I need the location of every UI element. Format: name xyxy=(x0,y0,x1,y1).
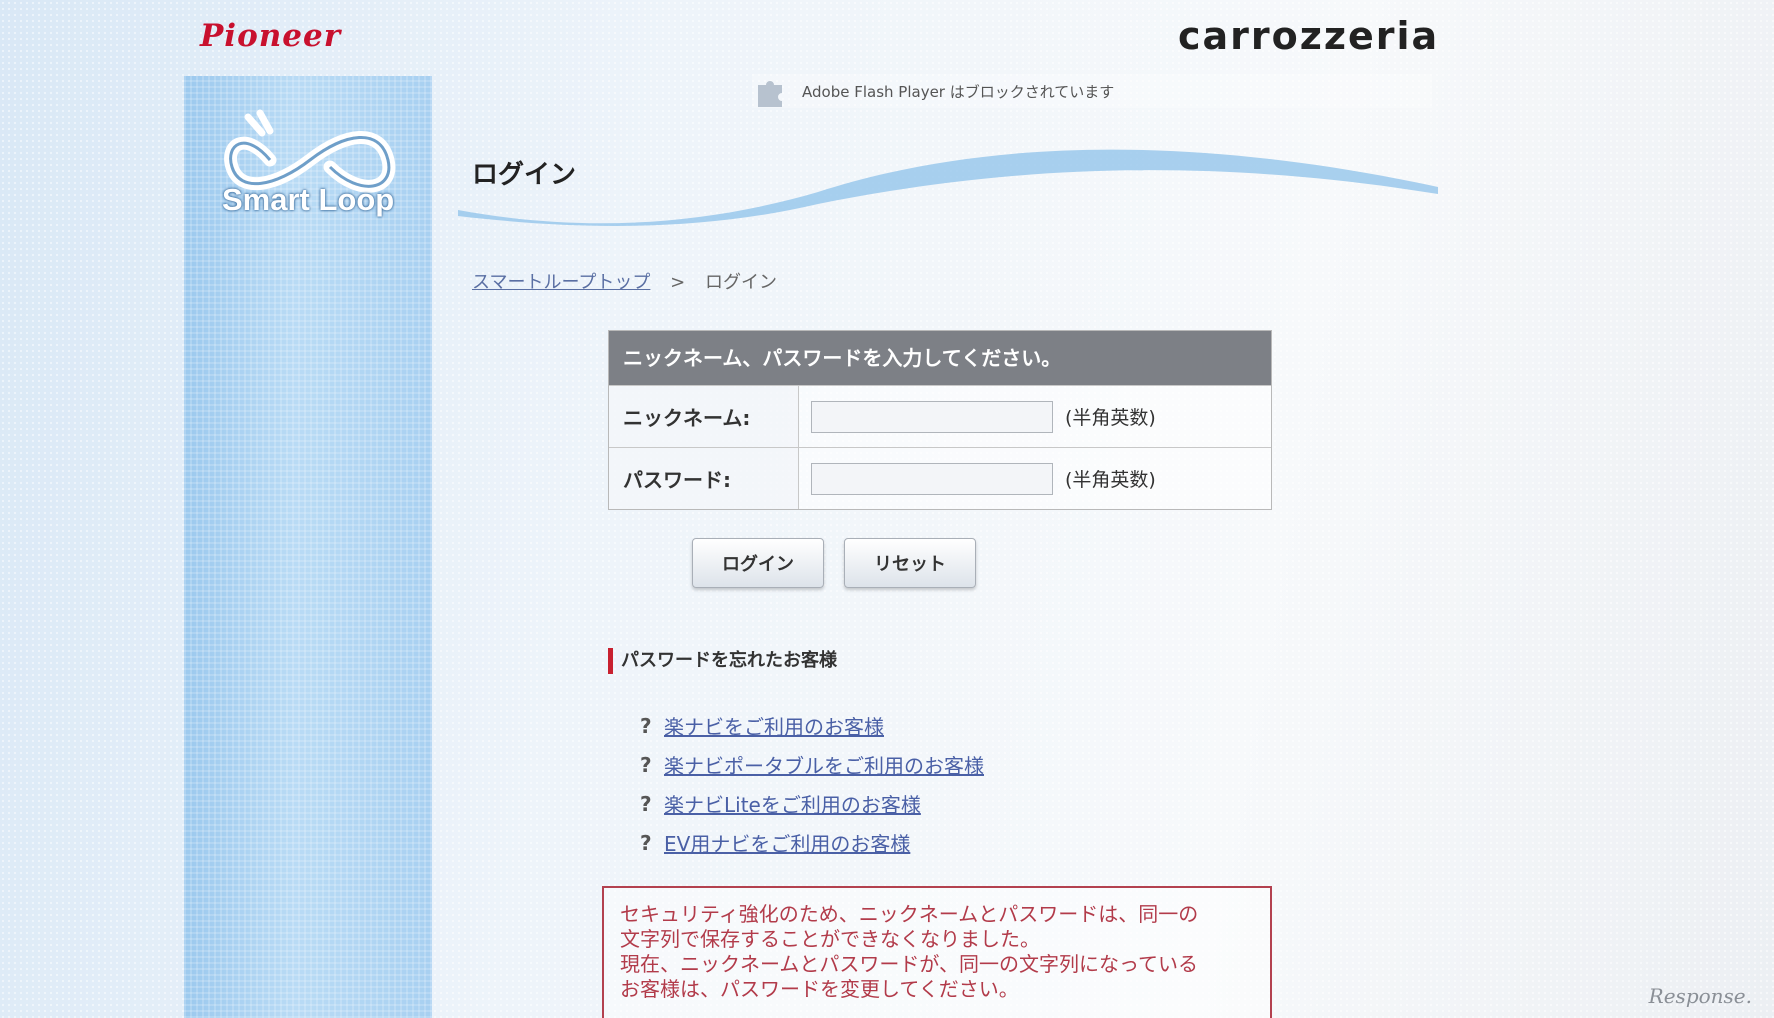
list-item: ? EV用ナビをご利用のお客様 xyxy=(640,823,984,862)
password-hint: (半角英数) xyxy=(1065,469,1156,491)
breadcrumb-separator: > xyxy=(670,272,686,293)
forgot-password-heading: パスワードを忘れたお客様 xyxy=(608,648,837,674)
reset-button[interactable]: リセット xyxy=(844,538,976,588)
breadcrumb-home-link[interactable]: スマートループトップ xyxy=(472,272,650,293)
sidebar: Smart Loop xyxy=(184,76,432,1018)
page-title: ログイン xyxy=(472,160,577,190)
question-icon: ? xyxy=(640,830,652,855)
password-input[interactable] xyxy=(811,462,1053,495)
forgot-link-ev-navi[interactable]: EV用ナビをご利用のお客様 xyxy=(664,828,910,857)
nickname-field-cell: (半角英数) xyxy=(799,386,1156,447)
flash-blocked-notice[interactable]: Adobe Flash Player はブロックされています xyxy=(752,74,1432,108)
password-row: パスワード: (半角英数) xyxy=(609,447,1271,509)
forgot-link-rakunavi-portable[interactable]: 楽ナビポータブルをご利用のお客様 xyxy=(664,750,984,779)
notice-line: 現在、ニックネームとパスワードが、同一の文字列になっている xyxy=(620,952,1198,976)
breadcrumb: スマートループトップ > ログイン xyxy=(472,268,777,294)
login-form-header: ニックネーム、パスワードを入力してください。 xyxy=(609,331,1271,385)
notice-line: お客様は、パスワードを変更してください。 xyxy=(620,977,1019,1001)
forgot-link-rakunavi[interactable]: 楽ナビをご利用のお客様 xyxy=(664,711,884,740)
list-item: ? 楽ナビポータブルをご利用のお客様 xyxy=(640,745,984,784)
smart-loop-logo-text: Smart Loop xyxy=(222,182,395,217)
password-label: パスワード: xyxy=(609,448,799,509)
password-field-cell: (半角英数) xyxy=(799,448,1156,509)
response-watermark: Response. xyxy=(1648,984,1752,1008)
notice-line: 文字列で保存することができなくなりました。 xyxy=(620,927,1040,951)
puzzle-plugin-icon xyxy=(758,81,782,107)
list-item: ? 楽ナビをご利用のお客様 xyxy=(640,706,984,745)
question-icon: ? xyxy=(640,713,652,738)
notice-line: セキュリティ強化のため、ニックネームとパスワードは、同一の xyxy=(620,902,1199,926)
nickname-label: ニックネーム: xyxy=(609,386,799,447)
forgot-password-links: ? 楽ナビをご利用のお客様 ? 楽ナビポータブルをご利用のお客様 ? 楽ナビLiteを… xyxy=(640,706,984,862)
nickname-input[interactable] xyxy=(811,400,1053,433)
pioneer-logo: Pioneer xyxy=(200,18,342,54)
flash-blocked-text: Adobe Flash Player はブロックされています xyxy=(802,82,1115,101)
breadcrumb-current: ログイン xyxy=(704,272,777,293)
nickname-hint: (半角英数) xyxy=(1065,407,1156,429)
forgot-link-rakunavi-lite[interactable]: 楽ナビLiteをご利用のお客様 xyxy=(664,789,921,818)
nickname-row: ニックネーム: (半角英数) xyxy=(609,385,1271,447)
security-notice: セキュリティ強化のため、ニックネームとパスワードは、同一の 文字列で保存すること… xyxy=(602,886,1272,1018)
carrozzeria-logo: carrozzeria xyxy=(1178,14,1440,58)
login-button[interactable]: ログイン xyxy=(692,538,824,588)
form-buttons: ログイン リセット xyxy=(692,538,976,588)
login-form: ニックネーム、パスワードを入力してください。 ニックネーム: (半角英数) パス… xyxy=(608,330,1272,510)
list-item: ? 楽ナビLiteをご利用のお客様 xyxy=(640,784,984,823)
question-icon: ? xyxy=(640,791,652,816)
question-icon: ? xyxy=(640,752,652,777)
header-wave-decoration xyxy=(458,149,1438,226)
